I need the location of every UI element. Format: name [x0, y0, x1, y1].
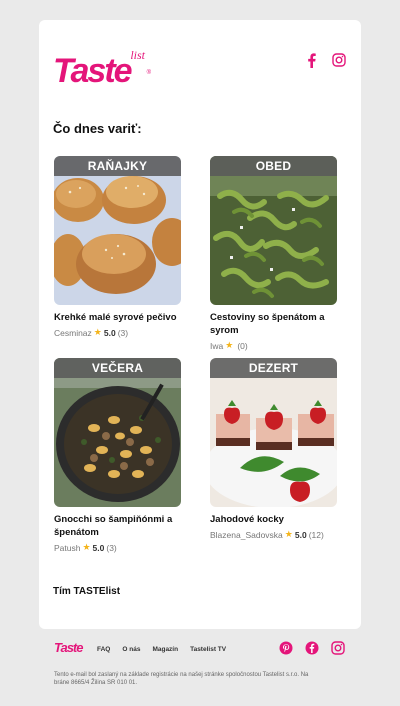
- recipe-rating: 5.0: [103, 327, 116, 338]
- recipe-image-dinner[interactable]: VEČERA: [54, 358, 181, 507]
- facebook-icon[interactable]: [303, 52, 319, 68]
- category-label: VEČERA: [54, 358, 181, 378]
- star-icon: ★: [82, 542, 91, 552]
- recipe-meta: Blazena_Sadovska ★ 5.0 (12): [210, 529, 337, 540]
- star-icon: ★: [225, 340, 234, 350]
- review-count: (0): [237, 340, 248, 351]
- footer-link-tv[interactable]: Tastelist TV: [190, 646, 226, 653]
- recipe-title[interactable]: Cestoviny so špenátom a syrom: [210, 311, 337, 337]
- recipe-title[interactable]: Jahodové kocky: [210, 513, 337, 526]
- recipe-meta: Patush ★ 5.0 (3): [54, 542, 181, 553]
- pinterest-icon[interactable]: [278, 640, 294, 656]
- instagram-icon[interactable]: [330, 640, 346, 656]
- category-label: OBED: [210, 156, 337, 176]
- recipe-title[interactable]: Krehké malé syrové pečivo: [54, 311, 181, 324]
- recipe-rating: 5.0: [294, 529, 307, 540]
- instagram-icon[interactable]: [331, 52, 347, 68]
- recipe-image-lunch[interactable]: OBED: [210, 156, 337, 305]
- footer-social: [278, 640, 346, 656]
- footer-link-magazine[interactable]: Magazín: [152, 646, 178, 653]
- recipe-author[interactable]: Patush: [54, 543, 80, 553]
- recipe-author[interactable]: Iwa: [210, 341, 223, 351]
- category-label: DEZERT: [210, 358, 337, 378]
- recipe-author[interactable]: Blazena_Sadovska: [210, 530, 283, 540]
- tastelist-logo[interactable]: Taste list ®: [53, 48, 151, 90]
- footer-logo[interactable]: Taste: [54, 640, 84, 655]
- recipe-rating: 5.0: [92, 542, 105, 553]
- recipe-image-breakfast[interactable]: RAŇAJKY: [54, 156, 181, 305]
- category-label: RAŇAJKY: [54, 156, 181, 176]
- recipe-tile-lunch[interactable]: OBED Cestoviny so špenátom a syrom Iwa ★…: [210, 156, 337, 351]
- footer-link-about[interactable]: O nás: [122, 646, 140, 653]
- review-count: (3): [117, 327, 129, 338]
- recipe-tile-dessert[interactable]: DEZERT Jahodové kocky Blazena_Sadovska ★…: [210, 358, 337, 540]
- recipe-meta: Iwa ★ (0): [210, 340, 337, 351]
- footer-links: FAQ O nás Magazín Tastelist TV: [97, 646, 226, 653]
- email-card: Taste list ® Čo dnes variť: RAŇAJKY Kreh…: [39, 20, 361, 629]
- review-count: (3): [106, 542, 117, 553]
- legal-notice: Tento e-mail bol zaslaný na základe regi…: [54, 672, 309, 686]
- social-links-top: [303, 52, 347, 68]
- recipe-image-dessert[interactable]: DEZERT: [210, 358, 337, 507]
- review-count: (12): [308, 529, 324, 540]
- logo-sub-text: list: [130, 48, 145, 62]
- footer-link-faq[interactable]: FAQ: [97, 646, 110, 653]
- recipe-tile-dinner[interactable]: VEČERA Gnocchi so šampiňónmi a špenátom …: [54, 358, 181, 553]
- logo-main-text: Taste: [53, 52, 133, 90]
- recipe-title[interactable]: Gnocchi so šampiňónmi a špenátom: [54, 513, 181, 539]
- recipe-author[interactable]: Cesminaz: [54, 328, 92, 338]
- section-heading: Čo dnes variť:: [53, 121, 142, 136]
- facebook-icon[interactable]: [304, 640, 320, 656]
- star-icon: ★: [284, 529, 293, 539]
- star-icon: ★: [93, 327, 102, 337]
- registered-mark: ®: [146, 70, 151, 76]
- email-signature: Tím TASTElist: [53, 586, 121, 597]
- recipe-meta: Cesminaz ★ 5.0 (3): [54, 327, 181, 338]
- recipe-tile-breakfast[interactable]: RAŇAJKY Krehké malé syrové pečivo Cesmin…: [54, 156, 181, 338]
